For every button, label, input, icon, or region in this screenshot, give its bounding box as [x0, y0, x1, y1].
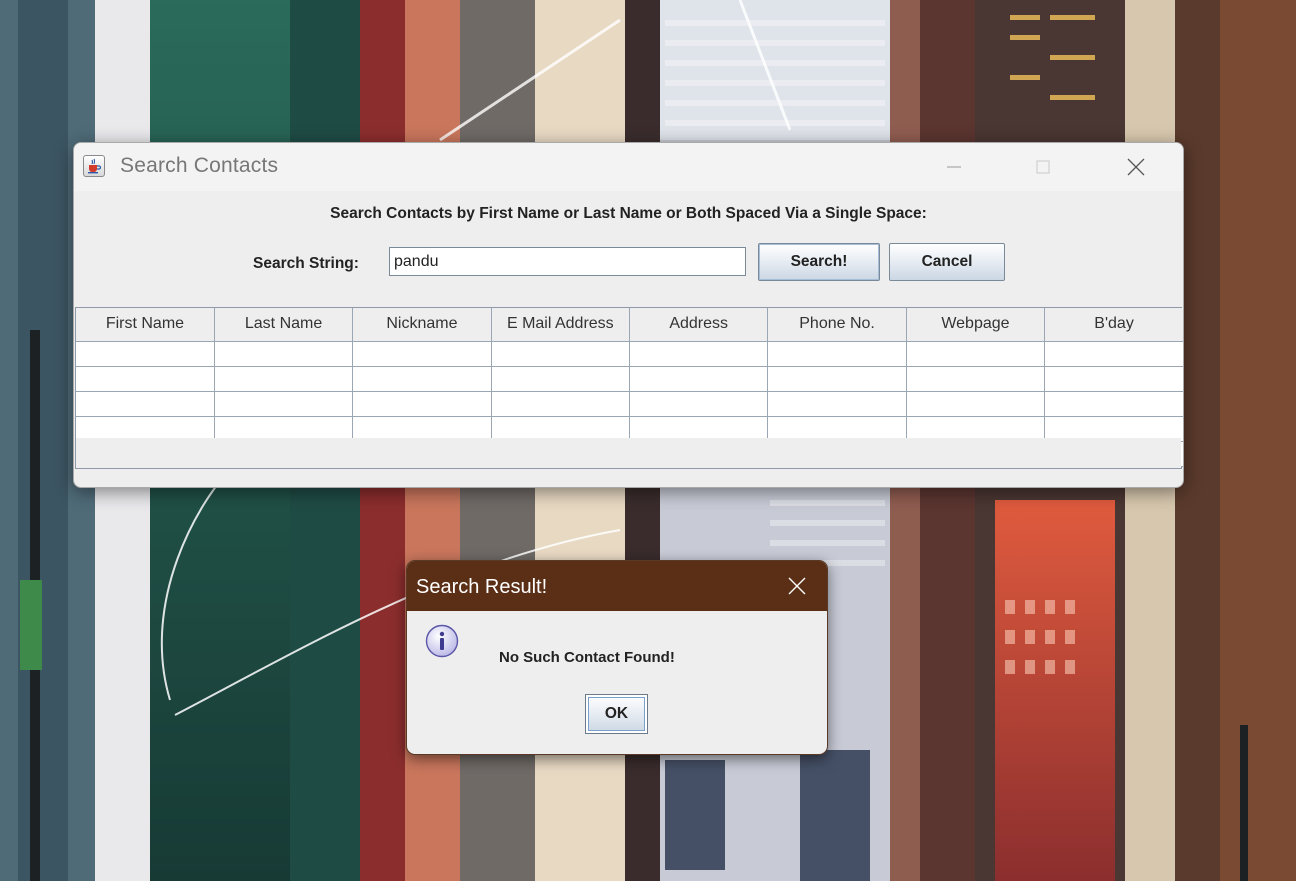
table-cell[interactable] [491, 391, 631, 417]
table-cell[interactable] [1044, 341, 1183, 367]
minimize-icon [947, 166, 961, 168]
column-header-birthday[interactable]: B'day [1044, 308, 1183, 342]
table-cell[interactable] [906, 341, 1046, 367]
cancel-button[interactable]: Cancel [889, 243, 1005, 281]
search-result-dialog: Search Result! No Such Contact Found! OK [406, 560, 828, 755]
close-icon [1127, 158, 1145, 176]
table-cell[interactable] [767, 341, 907, 367]
table-cell[interactable] [214, 341, 354, 367]
column-header-first-name[interactable]: First Name [76, 308, 215, 342]
table-header-row: First Name Last Name Nickname E Mail Add… [76, 308, 1183, 342]
table-row[interactable] [76, 366, 1183, 392]
java-cup-icon [83, 155, 105, 177]
table-cell[interactable] [352, 341, 492, 367]
table-cell[interactable] [629, 341, 769, 367]
instructions-heading: Search Contacts by First Name or Last Na… [330, 205, 927, 222]
dialog-title-bar[interactable]: Search Result! [407, 561, 827, 611]
table-row[interactable] [76, 391, 1183, 417]
dialog-title: Search Result! [416, 576, 548, 598]
column-header-last-name[interactable]: Last Name [214, 308, 354, 342]
column-header-webpage[interactable]: Webpage [906, 308, 1046, 342]
maximize-icon [1036, 160, 1050, 174]
column-header-address[interactable]: Address [629, 308, 769, 342]
table-empty-area [76, 438, 1181, 468]
column-header-email[interactable]: E Mail Address [491, 308, 631, 342]
info-icon [425, 624, 459, 658]
table-cell[interactable] [352, 366, 492, 392]
search-button[interactable]: Search! [758, 243, 880, 281]
table-cell[interactable] [629, 366, 769, 392]
table-cell[interactable] [767, 391, 907, 417]
search-contacts-window: Search Contacts Search Contacts by First… [73, 142, 1184, 488]
maximize-button[interactable] [1020, 143, 1066, 191]
contacts-table: First Name Last Name Nickname E Mail Add… [75, 307, 1183, 469]
table-row[interactable] [76, 341, 1183, 367]
table-cell[interactable] [76, 391, 215, 417]
title-bar[interactable]: Search Contacts [74, 143, 1183, 191]
dialog-message: No Such Contact Found! [499, 649, 675, 666]
table-cell[interactable] [214, 391, 354, 417]
column-header-phone[interactable]: Phone No. [767, 308, 907, 342]
table-cell[interactable] [767, 366, 907, 392]
window-title: Search Contacts [120, 154, 279, 177]
table-cell[interactable] [1044, 391, 1183, 417]
minimize-button[interactable] [931, 143, 977, 191]
table-cell[interactable] [491, 341, 631, 367]
table-cell[interactable] [352, 391, 492, 417]
close-icon [788, 577, 806, 595]
column-header-nickname[interactable]: Nickname [352, 308, 492, 342]
table-cell[interactable] [629, 391, 769, 417]
search-string-label: Search String: [253, 255, 359, 272]
table-cell[interactable] [906, 391, 1046, 417]
table-cell[interactable] [1044, 366, 1183, 392]
ok-button[interactable]: OK [585, 694, 648, 734]
search-string-input[interactable] [389, 247, 746, 276]
table-cell[interactable] [214, 366, 354, 392]
close-button[interactable] [1113, 143, 1159, 191]
table-cell[interactable] [76, 366, 215, 392]
table-cell[interactable] [76, 341, 215, 367]
table-cell[interactable] [491, 366, 631, 392]
dialog-close-button[interactable] [771, 561, 823, 611]
table-cell[interactable] [906, 366, 1046, 392]
